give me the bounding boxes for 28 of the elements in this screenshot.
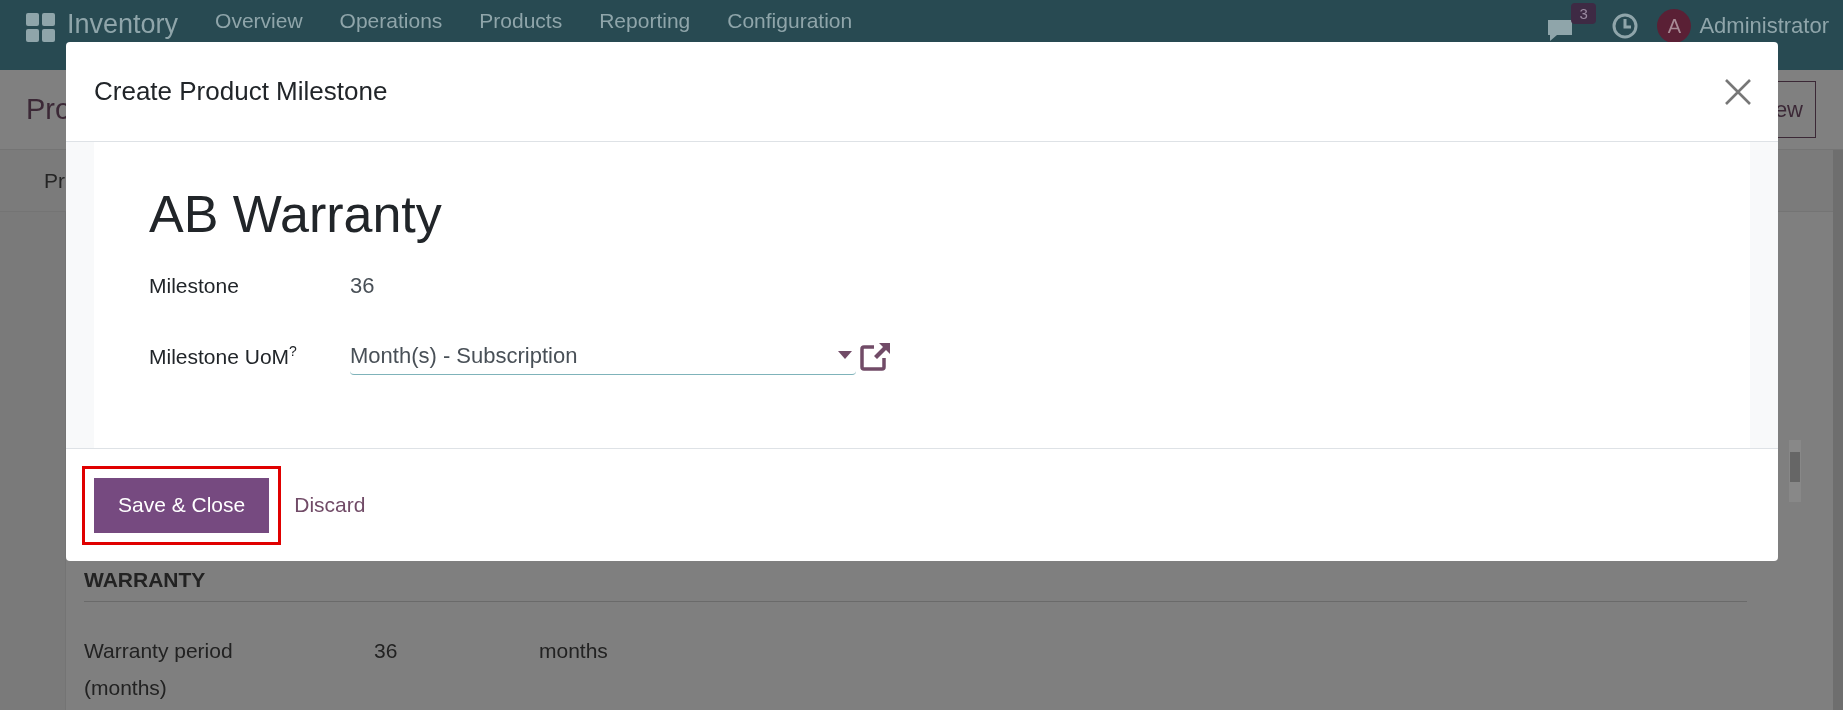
field-value: 36 (350, 273, 375, 299)
app-name[interactable]: Inventory (67, 9, 179, 40)
form-tab[interactable]: Pr (44, 168, 65, 193)
menu-item[interactable]: Operations (339, 9, 443, 33)
field-label: Milestone UoM$^{?}$ (149, 343, 298, 369)
field-label: Warranty period (months) (84, 638, 234, 701)
discard-button[interactable]: Discard (290, 493, 370, 517)
menu-item[interactable]: Overview (215, 9, 303, 33)
caret-icon[interactable] (838, 351, 852, 360)
menu-item[interactable]: Reporting (599, 9, 691, 33)
record-name: AB Warranty (149, 184, 443, 244)
section-title: WARRANTY (84, 568, 1747, 602)
close-icon[interactable] (1724, 77, 1752, 106)
dialog-title: Create Product Milestone (94, 76, 388, 107)
scrollbar[interactable] (1789, 440, 1801, 502)
apps-menu-icon[interactable] (26, 13, 55, 42)
clock-icon[interactable] (1611, 12, 1640, 40)
menu-item[interactable]: Configuration (727, 9, 853, 33)
external-link-icon[interactable] (860, 341, 892, 371)
menu-item[interactable]: Products (479, 9, 563, 33)
save-close-button[interactable]: Save & Close (94, 477, 270, 533)
uom-input[interactable]: Month(s) - Subscription (350, 342, 838, 369)
message-count-badge: 3 (1571, 3, 1596, 24)
user-avatar[interactable]: A (1657, 9, 1692, 43)
field-label: Milestone (149, 274, 240, 298)
unit-label: months (539, 638, 608, 664)
user-name[interactable]: Administrator (1699, 13, 1829, 39)
field-value: 36 (374, 638, 399, 664)
